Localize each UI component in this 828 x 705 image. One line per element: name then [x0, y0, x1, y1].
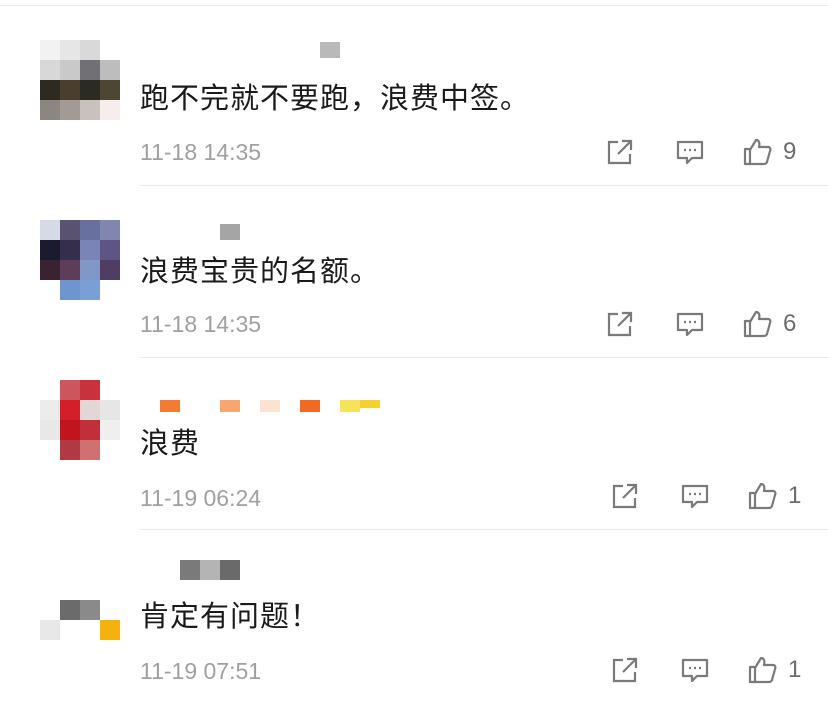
like-count: 1 [788, 656, 802, 683]
comment-time: 11-19 06:24 [140, 485, 262, 511]
share-icon[interactable] [610, 481, 640, 511]
comment-actions: 6 [605, 309, 805, 341]
comment-actions: 1 [610, 655, 810, 687]
comment-actions: 9 [605, 137, 805, 169]
comment-text: 跑不完就不要跑，浪费中签。 [140, 81, 531, 115]
comment-icon[interactable] [675, 309, 705, 339]
avatar[interactable] [40, 40, 120, 120]
username-mosaic[interactable] [140, 224, 340, 244]
comment-item: 浪费宝贵的名额。 11-18 14:35 6 [0, 186, 828, 358]
comment-text: 肯定有问题！ [140, 599, 321, 633]
like-count: 9 [783, 138, 797, 165]
avatar[interactable] [40, 580, 120, 660]
comment-icon[interactable] [680, 655, 710, 685]
comment-time: 11-18 14:35 [140, 311, 262, 337]
thumbs-up-icon[interactable] [742, 309, 772, 339]
thumbs-up-icon[interactable] [742, 137, 772, 167]
comment-time: 11-19 07:51 [140, 658, 262, 684]
username-mosaic[interactable] [140, 400, 380, 420]
avatar[interactable] [40, 220, 120, 300]
comment-item: 浪费 11-19 06:24 1 [0, 358, 828, 530]
like-count: 6 [783, 310, 797, 337]
comment-text: 浪费 [140, 426, 201, 460]
comment-text: 浪费宝贵的名额。 [140, 254, 381, 288]
avatar[interactable] [40, 380, 120, 460]
comment-item: 肯定有问题！ 11-19 07:51 1 [0, 530, 828, 705]
like-count: 1 [788, 482, 802, 509]
comment-icon[interactable] [680, 481, 710, 511]
comment-icon[interactable] [675, 137, 705, 167]
share-icon[interactable] [605, 309, 635, 339]
comment-item: 跑不完就不要跑，浪费中签。 11-18 14:35 9 [0, 0, 828, 186]
username-mosaic[interactable] [140, 42, 340, 62]
share-icon[interactable] [610, 655, 640, 685]
share-icon[interactable] [605, 137, 635, 167]
thumbs-up-icon[interactable] [747, 481, 777, 511]
comment-actions: 1 [610, 481, 810, 513]
comment-time: 11-18 14:35 [140, 139, 262, 165]
username-mosaic[interactable] [140, 560, 260, 580]
thumbs-up-icon[interactable] [747, 655, 777, 685]
